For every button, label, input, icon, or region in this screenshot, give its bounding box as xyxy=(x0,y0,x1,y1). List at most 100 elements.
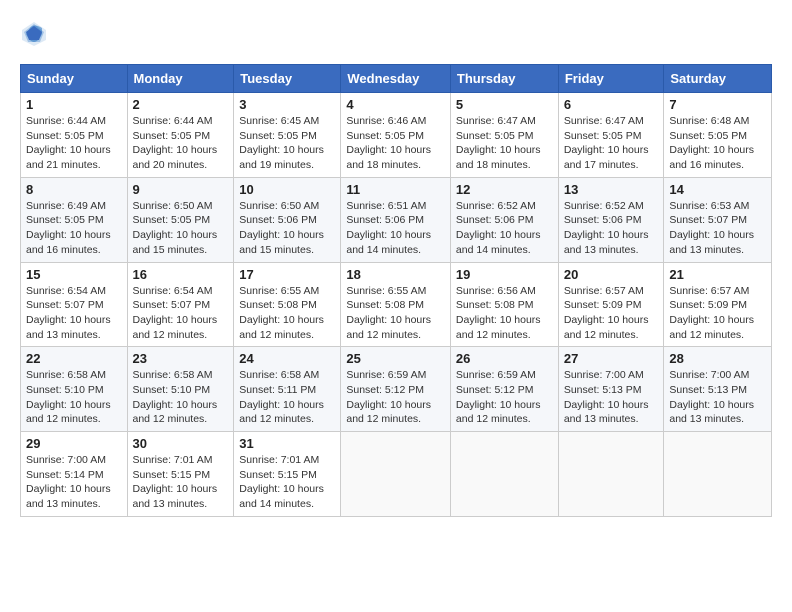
day-of-week-header: Thursday xyxy=(450,65,558,93)
calendar-cell: 24Sunrise: 6:58 AM Sunset: 5:11 PM Dayli… xyxy=(234,347,341,432)
calendar-cell xyxy=(450,432,558,517)
day-info: Sunrise: 6:50 AM Sunset: 5:06 PM Dayligh… xyxy=(239,199,335,258)
calendar-cell: 28Sunrise: 7:00 AM Sunset: 5:13 PM Dayli… xyxy=(664,347,772,432)
calendar-table: SundayMondayTuesdayWednesdayThursdayFrid… xyxy=(20,64,772,517)
day-info: Sunrise: 7:01 AM Sunset: 5:15 PM Dayligh… xyxy=(239,453,335,512)
day-number: 7 xyxy=(669,97,766,112)
calendar-cell: 12 Sunrise: 6:52 AM Sunset: 5:06 PM Dayli… xyxy=(450,177,558,262)
calendar-cell xyxy=(341,432,451,517)
day-number: 2 xyxy=(133,97,229,112)
day-number: 10 xyxy=(239,182,335,197)
day-info: Sunrise: 6:58 AM Sunset: 5:10 PM Dayligh… xyxy=(26,368,122,427)
calendar-cell: 18Sunrise: 6:55 AM Sunset: 5:08 PM Dayli… xyxy=(341,262,451,347)
day-info: Sunrise: 6:55 AM Sunset: 5:08 PM Dayligh… xyxy=(239,284,335,343)
day-info: Sunrise: 6:44 AM Sunset: 5:05 PM Dayligh… xyxy=(26,114,122,173)
day-number: 20 xyxy=(564,267,659,282)
day-of-week-header: Sunday xyxy=(21,65,128,93)
day-of-week-header: Friday xyxy=(558,65,664,93)
day-number: 15 xyxy=(26,267,122,282)
calendar-cell: 16 Sunrise: 6:54 AM Sunset: 5:07 PM Dayli… xyxy=(127,262,234,347)
day-number: 16 xyxy=(133,267,229,282)
calendar-cell: 31 Sunrise: 7:01 AM Sunset: 5:15 PM Dayli… xyxy=(234,432,341,517)
day-number: 25 xyxy=(346,351,445,366)
calendar-cell: 19 Sunrise: 6:56 AM Sunset: 5:08 PM Dayli… xyxy=(450,262,558,347)
calendar-cell xyxy=(558,432,664,517)
day-number: 23 xyxy=(133,351,229,366)
day-info: Sunrise: 7:00 AM Sunset: 5:13 PM Dayligh… xyxy=(564,368,659,427)
day-number: 11 xyxy=(346,182,445,197)
logo-icon xyxy=(20,20,48,48)
day-number: 17 xyxy=(239,267,335,282)
calendar-week-row: 1 Sunrise: 6:44 AM Sunset: 5:05 PM Daylig… xyxy=(21,93,772,178)
day-number: 22 xyxy=(26,351,122,366)
day-number: 3 xyxy=(239,97,335,112)
page-header xyxy=(20,20,772,48)
day-of-week-header: Tuesday xyxy=(234,65,341,93)
day-number: 30 xyxy=(133,436,229,451)
day-info: Sunrise: 6:55 AM Sunset: 5:08 PM Dayligh… xyxy=(346,284,445,343)
day-info: Sunrise: 6:51 AM Sunset: 5:06 PM Dayligh… xyxy=(346,199,445,258)
logo xyxy=(20,20,52,48)
day-info: Sunrise: 6:57 AM Sunset: 5:09 PM Dayligh… xyxy=(564,284,659,343)
day-info: Sunrise: 6:45 AM Sunset: 5:05 PM Dayligh… xyxy=(239,114,335,173)
calendar-cell xyxy=(664,432,772,517)
day-of-week-header: Monday xyxy=(127,65,234,93)
day-number: 6 xyxy=(564,97,659,112)
day-number: 1 xyxy=(26,97,122,112)
calendar-cell: 8Sunrise: 6:49 AM Sunset: 5:05 PM Daylig… xyxy=(21,177,128,262)
calendar-cell: 6 Sunrise: 6:47 AM Sunset: 5:05 PM Daylig… xyxy=(558,93,664,178)
day-number: 27 xyxy=(564,351,659,366)
day-info: Sunrise: 6:58 AM Sunset: 5:11 PM Dayligh… xyxy=(239,368,335,427)
calendar-cell: 26 Sunrise: 6:59 AM Sunset: 5:12 PM Dayli… xyxy=(450,347,558,432)
calendar-cell: 20 Sunrise: 6:57 AM Sunset: 5:09 PM Dayli… xyxy=(558,262,664,347)
day-number: 28 xyxy=(669,351,766,366)
calendar-cell: 14 Sunrise: 6:53 AM Sunset: 5:07 PM Dayli… xyxy=(664,177,772,262)
day-number: 21 xyxy=(669,267,766,282)
day-number: 13 xyxy=(564,182,659,197)
calendar-cell: 27 Sunrise: 7:00 AM Sunset: 5:13 PM Dayli… xyxy=(558,347,664,432)
calendar-cell: 11 Sunrise: 6:51 AM Sunset: 5:06 PM Dayli… xyxy=(341,177,451,262)
day-info: Sunrise: 6:59 AM Sunset: 5:12 PM Dayligh… xyxy=(346,368,445,427)
day-info: Sunrise: 6:44 AM Sunset: 5:05 PM Dayligh… xyxy=(133,114,229,173)
day-info: Sunrise: 6:50 AM Sunset: 5:05 PM Dayligh… xyxy=(133,199,229,258)
day-number: 29 xyxy=(26,436,122,451)
calendar-cell: 4 Sunrise: 6:46 AM Sunset: 5:05 PM Daylig… xyxy=(341,93,451,178)
calendar-cell: 17 Sunrise: 6:55 AM Sunset: 5:08 PM Dayli… xyxy=(234,262,341,347)
calendar-cell: 10 Sunrise: 6:50 AM Sunset: 5:06 PM Dayli… xyxy=(234,177,341,262)
day-number: 26 xyxy=(456,351,553,366)
day-number: 4 xyxy=(346,97,445,112)
day-info: Sunrise: 6:48 AM Sunset: 5:05 PM Dayligh… xyxy=(669,114,766,173)
day-info: Sunrise: 6:59 AM Sunset: 5:12 PM Dayligh… xyxy=(456,368,553,427)
day-number: 14 xyxy=(669,182,766,197)
day-info: Sunrise: 6:54 AM Sunset: 5:07 PM Dayligh… xyxy=(26,284,122,343)
calendar-cell: 25 Sunrise: 6:59 AM Sunset: 5:12 PM Dayli… xyxy=(341,347,451,432)
day-info: Sunrise: 6:57 AM Sunset: 5:09 PM Dayligh… xyxy=(669,284,766,343)
day-info: Sunrise: 7:00 AM Sunset: 5:14 PM Dayligh… xyxy=(26,453,122,512)
day-number: 19 xyxy=(456,267,553,282)
calendar-header-row: SundayMondayTuesdayWednesdayThursdayFrid… xyxy=(21,65,772,93)
day-info: Sunrise: 6:47 AM Sunset: 5:05 PM Dayligh… xyxy=(564,114,659,173)
calendar-cell: 15 Sunrise: 6:54 AM Sunset: 5:07 PM Dayli… xyxy=(21,262,128,347)
calendar-cell: 30 Sunrise: 7:01 AM Sunset: 5:15 PM Dayli… xyxy=(127,432,234,517)
day-info: Sunrise: 6:52 AM Sunset: 5:06 PM Dayligh… xyxy=(564,199,659,258)
calendar-cell: 3 Sunrise: 6:45 AM Sunset: 5:05 PM Daylig… xyxy=(234,93,341,178)
day-info: Sunrise: 7:01 AM Sunset: 5:15 PM Dayligh… xyxy=(133,453,229,512)
day-number: 31 xyxy=(239,436,335,451)
calendar-cell: 23 Sunrise: 6:58 AM Sunset: 5:10 PM Dayli… xyxy=(127,347,234,432)
calendar-cell: 22 Sunrise: 6:58 AM Sunset: 5:10 PM Dayli… xyxy=(21,347,128,432)
day-info: Sunrise: 6:47 AM Sunset: 5:05 PM Dayligh… xyxy=(456,114,553,173)
day-info: Sunrise: 6:46 AM Sunset: 5:05 PM Dayligh… xyxy=(346,114,445,173)
day-info: Sunrise: 6:58 AM Sunset: 5:10 PM Dayligh… xyxy=(133,368,229,427)
day-of-week-header: Wednesday xyxy=(341,65,451,93)
day-info: Sunrise: 6:54 AM Sunset: 5:07 PM Dayligh… xyxy=(133,284,229,343)
calendar-week-row: 29 Sunrise: 7:00 AM Sunset: 5:14 PM Dayli… xyxy=(21,432,772,517)
day-info: Sunrise: 6:52 AM Sunset: 5:06 PM Dayligh… xyxy=(456,199,553,258)
calendar-cell: 21 Sunrise: 6:57 AM Sunset: 5:09 PM Dayli… xyxy=(664,262,772,347)
day-number: 12 xyxy=(456,182,553,197)
day-number: 5 xyxy=(456,97,553,112)
day-info: Sunrise: 6:56 AM Sunset: 5:08 PM Dayligh… xyxy=(456,284,553,343)
calendar-cell: 2 Sunrise: 6:44 AM Sunset: 5:05 PM Daylig… xyxy=(127,93,234,178)
calendar-cell: 29 Sunrise: 7:00 AM Sunset: 5:14 PM Dayli… xyxy=(21,432,128,517)
day-info: Sunrise: 6:53 AM Sunset: 5:07 PM Dayligh… xyxy=(669,199,766,258)
calendar-cell: 13 Sunrise: 6:52 AM Sunset: 5:06 PM Dayli… xyxy=(558,177,664,262)
